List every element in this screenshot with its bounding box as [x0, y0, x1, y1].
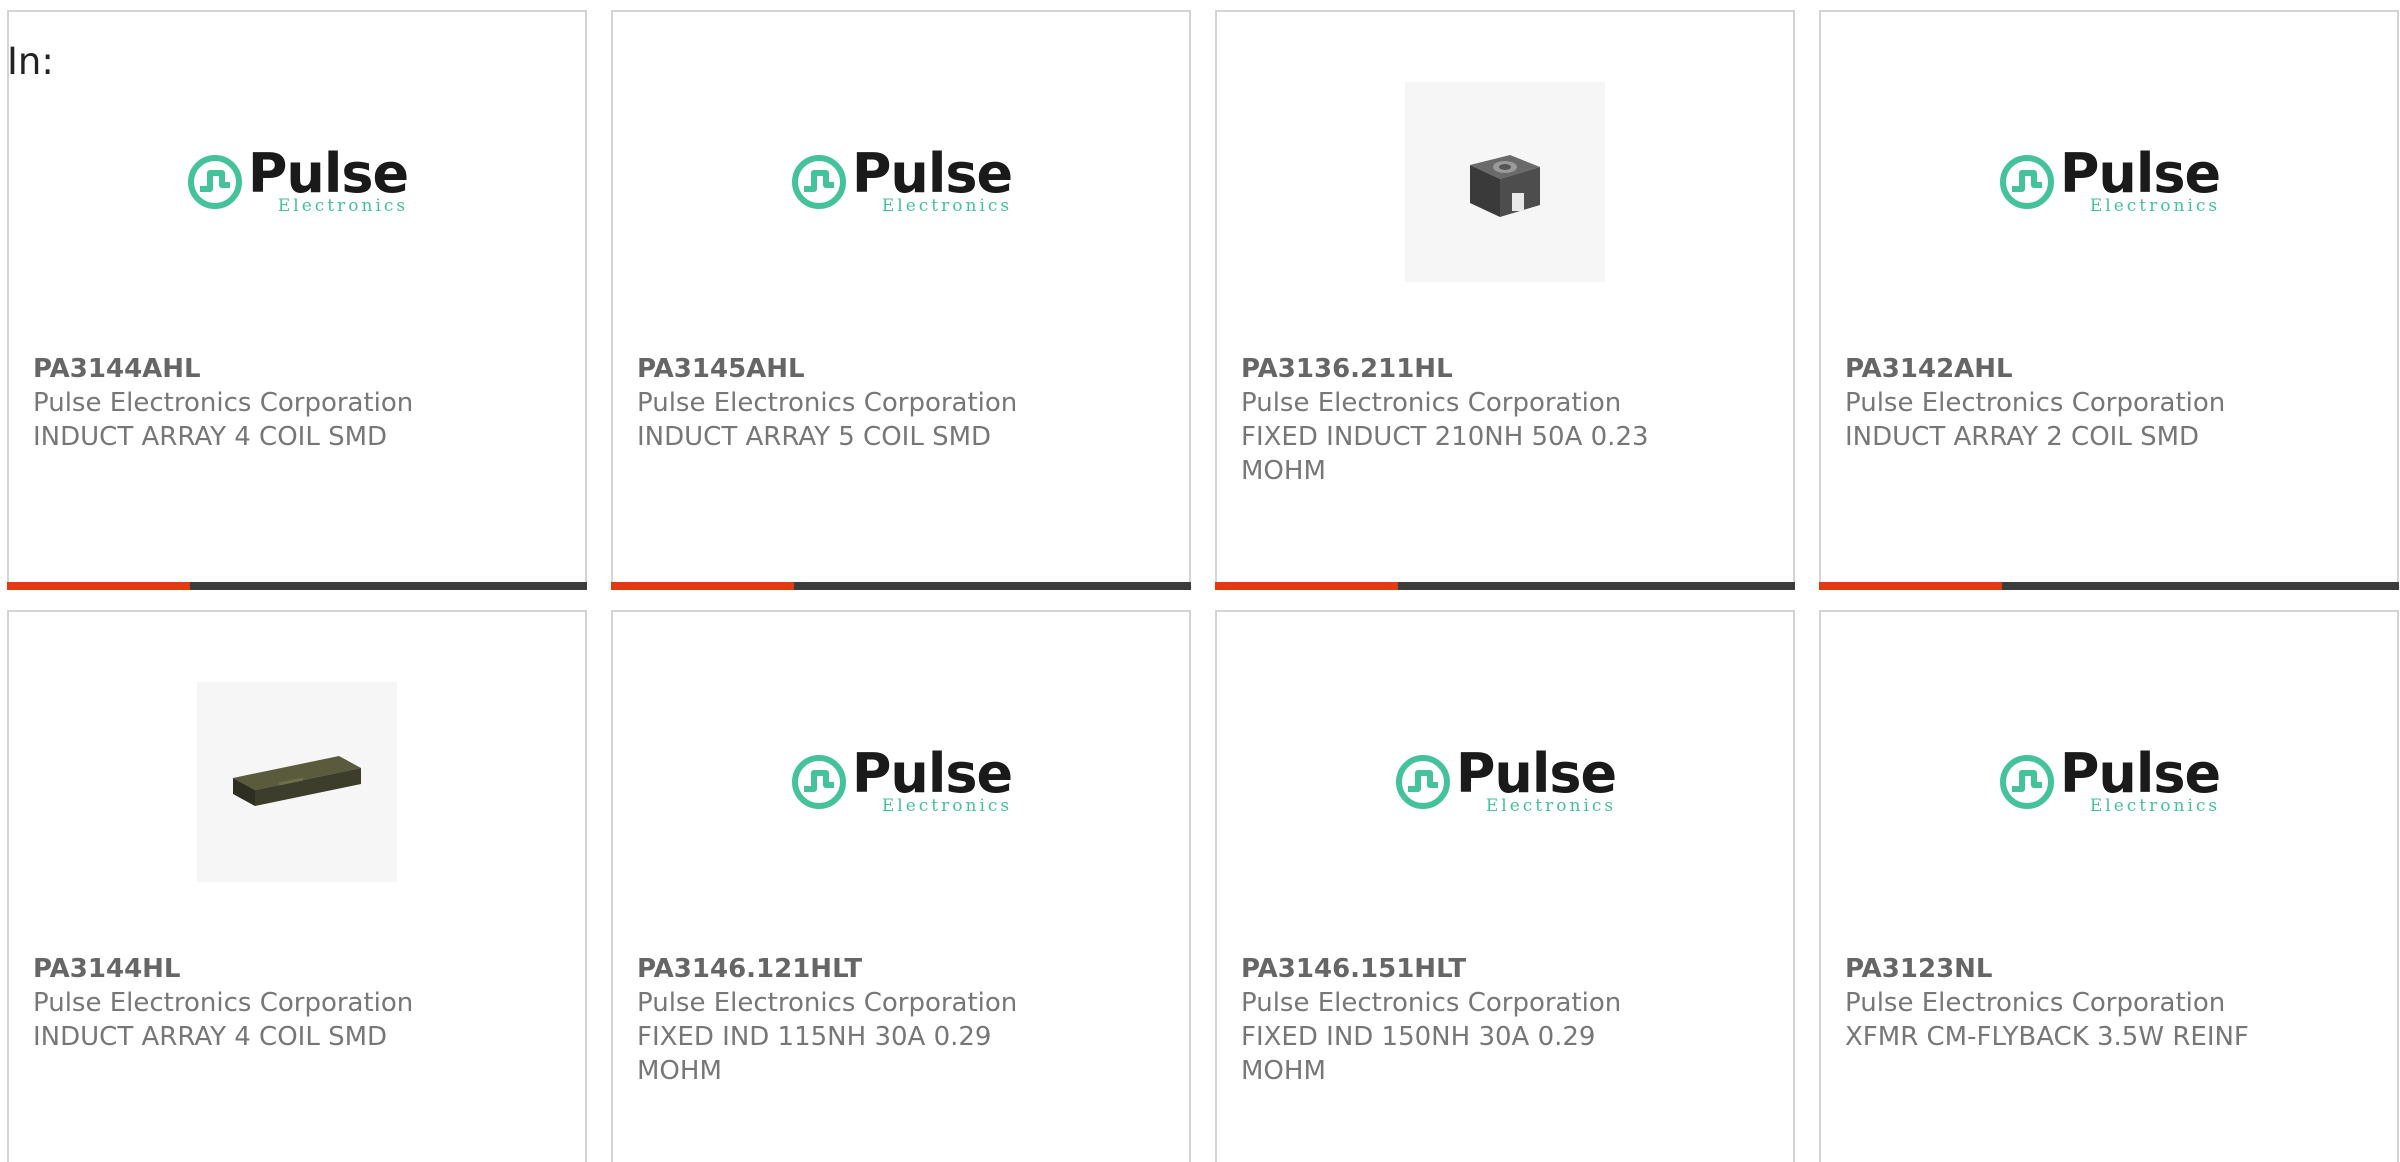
product-info: PA3145AHL Pulse Electronics Corporation … [637, 352, 1057, 454]
pulse-electronics-logo: Pulse Electronics [1394, 742, 1617, 816]
product-info: PA3144HL Pulse Electronics Corporation I… [33, 952, 453, 1054]
pulse-logo-icon [1999, 155, 2054, 209]
card-footer-bar [7, 582, 587, 590]
product-info: PA3144AHL Pulse Electronics Corporation … [33, 352, 453, 454]
pulse-electronics-logo: Pulse Electronics [790, 742, 1013, 816]
manufacturer-name: Pulse Electronics Corporation [33, 388, 414, 418]
logo-subtitle: Electronics [881, 196, 1013, 216]
product-grid: Pulse Electronics PA3144AHL Pulse Electr… [7, 10, 2400, 1162]
smd-inductor-icon [1470, 155, 1540, 217]
pulse-logo-icon [1395, 755, 1450, 809]
product-description: INDUCT ARRAY 5 COIL SMD [637, 422, 992, 452]
product-image: Pulse Electronics [613, 82, 1189, 282]
card-footer-accent [1819, 582, 2002, 590]
product-description: INDUCT ARRAY 4 COIL SMD [33, 1022, 388, 1052]
product-image: Pulse Electronics [1821, 682, 2397, 882]
card-footer-accent [611, 582, 794, 590]
pulse-logo-icon [791, 755, 846, 809]
logo-word: Pulse [851, 142, 1013, 205]
product-description: FIXED IND 150NH 30A 0.29 [1241, 1022, 1596, 1052]
product-image: Pulse Electronics [9, 82, 585, 282]
part-number[interactable]: PA3144HL [33, 952, 453, 986]
product-card[interactable]: Pulse Electronics PA3144AHL Pulse Electr… [7, 10, 587, 590]
product-info: PA3146.121HLT Pulse Electronics Corporat… [637, 952, 1057, 1088]
part-number[interactable]: PA3144AHL [33, 352, 453, 386]
manufacturer-name: Pulse Electronics Corporation [1241, 988, 1622, 1018]
product-card[interactable]: PA3136.211HL Pulse Electronics Corporati… [1215, 10, 1795, 590]
card-footer-bar [1215, 582, 1795, 590]
product-card[interactable]: Pulse Electronics PA3142AHL Pulse Electr… [1819, 10, 2399, 590]
pulse-electronics-logo: Pulse Electronics [186, 142, 409, 216]
card-footer-bar [1819, 582, 2399, 590]
smd-inductor-photo [1405, 82, 1605, 282]
logo-subtitle: Electronics [277, 196, 409, 216]
part-number[interactable]: PA3136.211HL [1241, 352, 1661, 386]
product-image: Pulse Electronics [1821, 82, 2397, 282]
part-number[interactable]: PA3123NL [1845, 952, 2265, 986]
product-description: FIXED IND 115NH 30A 0.29 [637, 1022, 992, 1052]
logo-word: Pulse [1455, 742, 1617, 805]
manufacturer-name: Pulse Electronics Corporation [1241, 388, 1622, 418]
pulse-electronics-logo: Pulse Electronics [1998, 742, 2221, 816]
pulse-electronics-logo: Pulse Electronics [1998, 142, 2221, 216]
product-info: PA3142AHL Pulse Electronics Corporation … [1845, 352, 2265, 454]
part-number[interactable]: PA3142AHL [1845, 352, 2265, 386]
part-number[interactable]: PA3146.121HLT [637, 952, 1057, 986]
manufacturer-name: Pulse Electronics Corporation [637, 388, 1018, 418]
logo-word: Pulse [2059, 742, 2221, 805]
inductor-array-photo [197, 682, 397, 882]
product-card[interactable]: Pulse Electronics PA3146.151HLT Pulse El… [1215, 610, 1795, 1162]
logo-word: Pulse [2059, 142, 2221, 205]
logo-subtitle: Electronics [881, 796, 1013, 816]
product-image [1217, 82, 1793, 282]
inductor-array-icon [233, 756, 361, 806]
product-card[interactable]: Pulse Electronics PA3123NL Pulse Electro… [1819, 610, 2399, 1162]
card-footer-bar [611, 582, 1191, 590]
product-description: INDUCT ARRAY 4 COIL SMD [33, 422, 388, 452]
product-image: Pulse Electronics [1217, 682, 1793, 882]
pulse-logo-icon [791, 155, 846, 209]
product-card[interactable]: PA3144HL Pulse Electronics Corporation I… [7, 610, 587, 1162]
pulse-electronics-logo: Pulse Electronics [790, 142, 1013, 216]
manufacturer-name: Pulse Electronics Corporation [33, 988, 414, 1018]
product-card[interactable]: Pulse Electronics PA3145AHL Pulse Electr… [611, 10, 1191, 590]
product-description-cont: MOHM [1241, 456, 1326, 486]
manufacturer-name: Pulse Electronics Corporation [637, 988, 1018, 1018]
product-description-cont: MOHM [1241, 1056, 1326, 1086]
part-number[interactable]: PA3145AHL [637, 352, 1057, 386]
pulse-logo-icon [187, 155, 242, 209]
logo-subtitle: Electronics [2089, 196, 2221, 216]
product-card[interactable]: Pulse Electronics PA3146.121HLT Pulse El… [611, 610, 1191, 1162]
product-info: PA3146.151HLT Pulse Electronics Corporat… [1241, 952, 1661, 1088]
product-info: PA3136.211HL Pulse Electronics Corporati… [1241, 352, 1661, 488]
filter-in-label: In: [7, 40, 54, 83]
product-info: PA3123NL Pulse Electronics Corporation X… [1845, 952, 2265, 1054]
manufacturer-name: Pulse Electronics Corporation [1845, 388, 2226, 418]
logo-word: Pulse [851, 742, 1013, 805]
logo-word: Pulse [247, 142, 409, 205]
pulse-logo-icon [1999, 755, 2054, 809]
product-results-page: In: Pulse Electronics PA3144AHL Pulse El… [0, 0, 2400, 1162]
product-description: XFMR CM-FLYBACK 3.5W REINF [1845, 1022, 2249, 1052]
card-footer-accent [1215, 582, 1398, 590]
manufacturer-name: Pulse Electronics Corporation [1845, 988, 2226, 1018]
part-number[interactable]: PA3146.151HLT [1241, 952, 1661, 986]
product-image: Pulse Electronics [613, 682, 1189, 882]
product-description: FIXED INDUCT 210NH 50A 0.23 [1241, 422, 1649, 452]
product-description-cont: MOHM [637, 1056, 722, 1086]
logo-subtitle: Electronics [2089, 796, 2221, 816]
card-footer-accent [7, 582, 190, 590]
product-image [9, 682, 585, 882]
logo-subtitle: Electronics [1485, 796, 1617, 816]
product-description: INDUCT ARRAY 2 COIL SMD [1845, 422, 2200, 452]
